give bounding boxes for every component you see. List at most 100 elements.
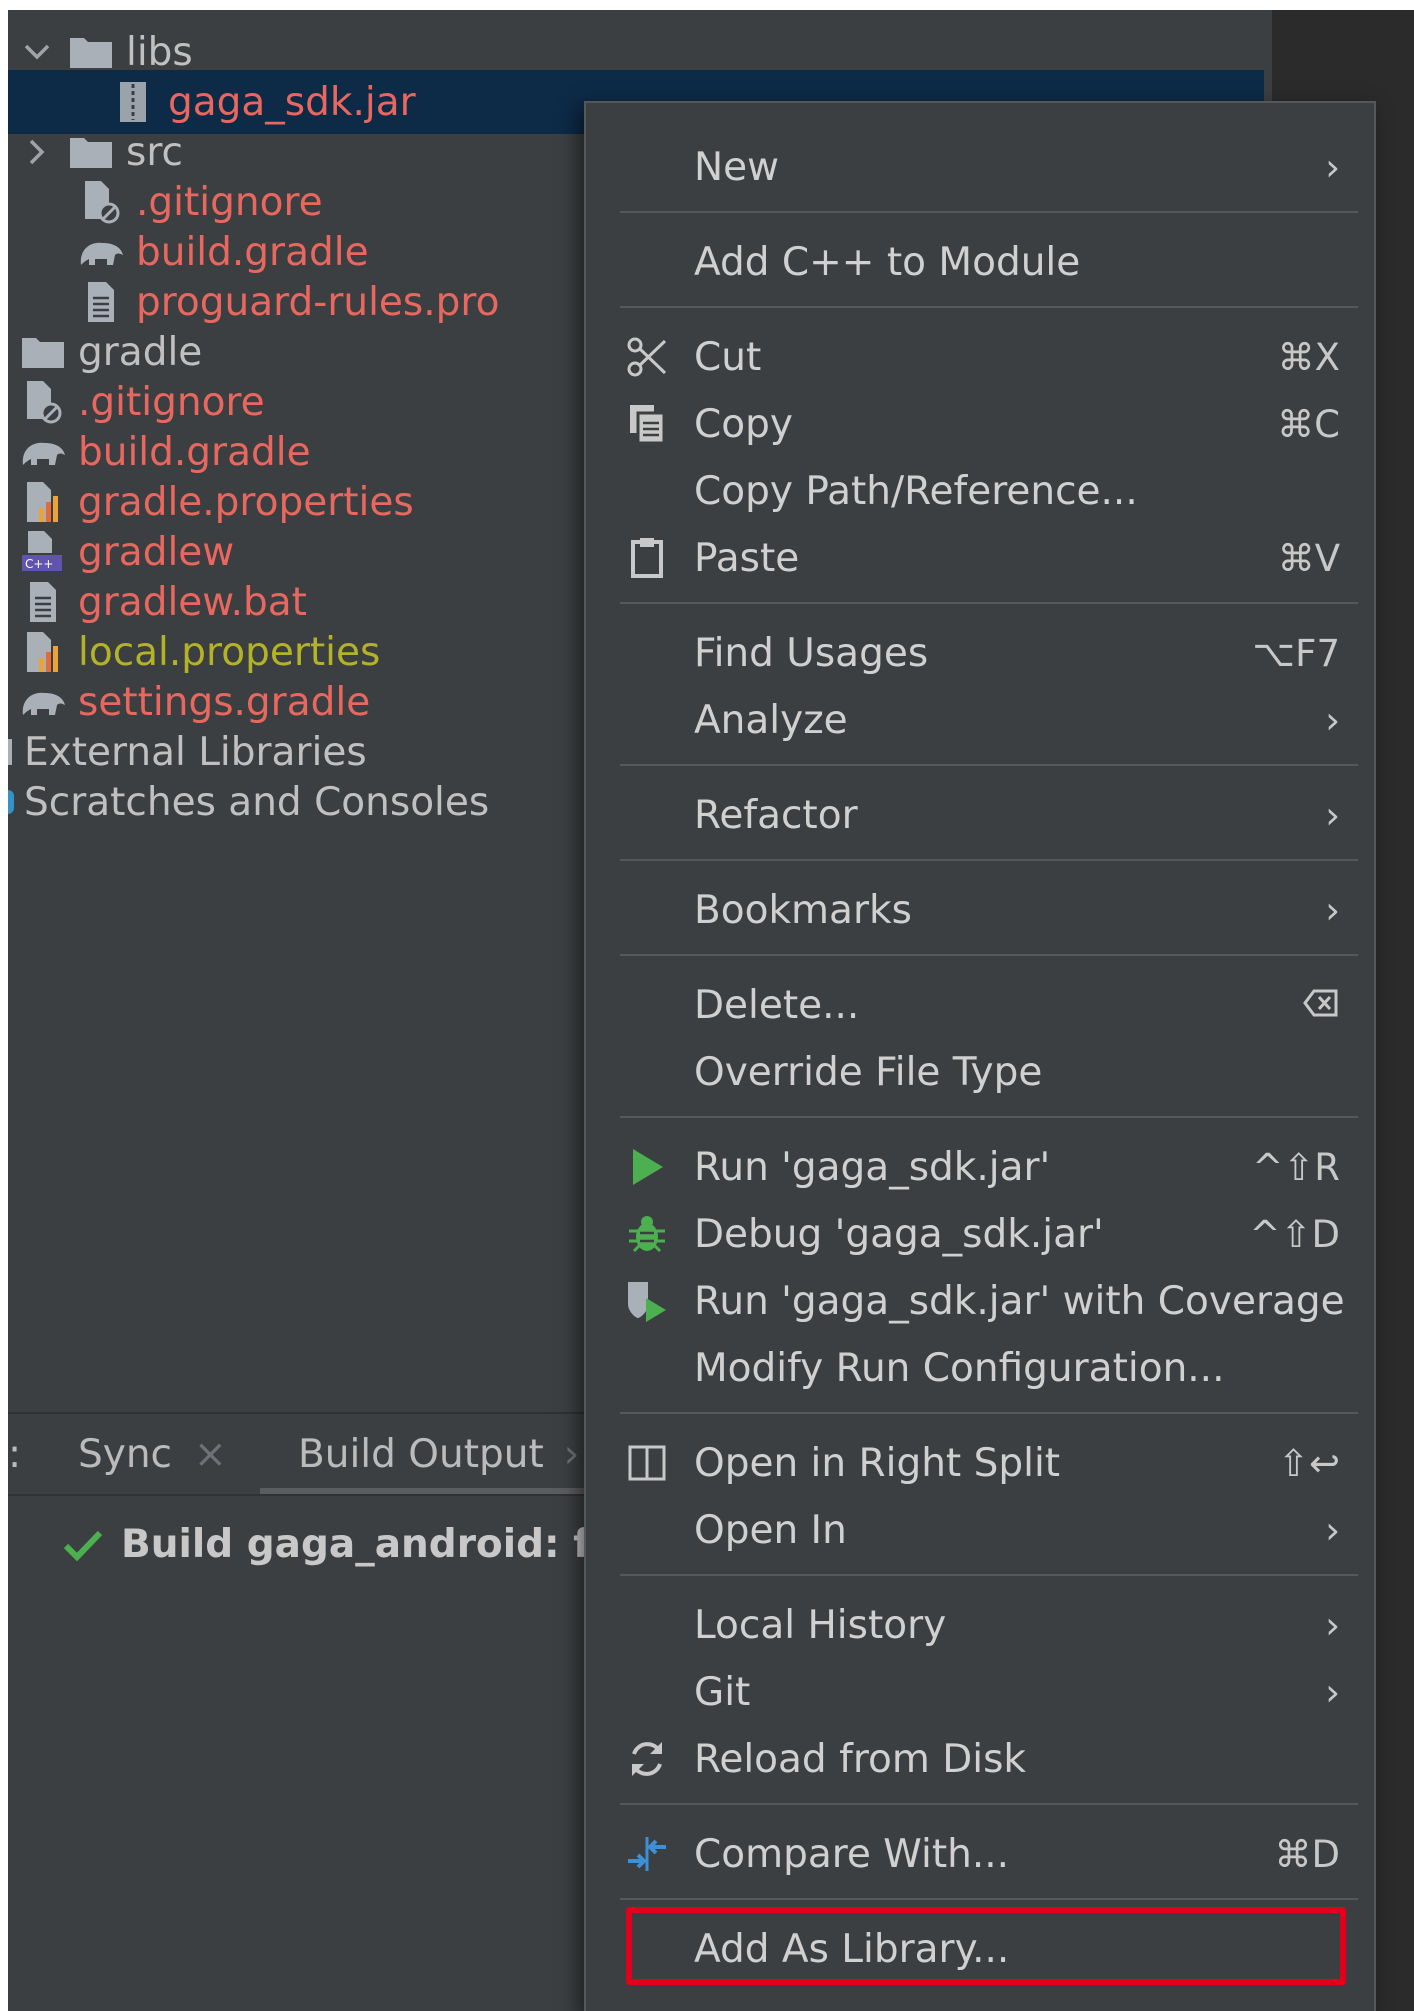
tree-item-label: gaga_sdk.jar xyxy=(168,79,416,125)
shortcut-label: ⌘V xyxy=(1277,536,1340,580)
reload-icon xyxy=(622,1734,672,1784)
menu-item-open-in[interactable]: Open In › xyxy=(586,1500,1374,1560)
tree-item-label: gradle xyxy=(78,329,203,375)
scratches-icon xyxy=(8,790,14,814)
menu-item-label: Debug 'gaga_sdk.jar' xyxy=(694,1211,1104,1257)
menu-item-label: Open In xyxy=(694,1507,847,1553)
menu-item-compare-with[interactable]: Compare With... ⌘D xyxy=(586,1824,1374,1884)
coverage-icon xyxy=(622,1276,672,1326)
bug-icon xyxy=(622,1209,672,1259)
menu-item-copy[interactable]: Copy ⌘C xyxy=(586,394,1374,454)
menu-item-run[interactable]: Run 'gaga_sdk.jar' ^⇧R xyxy=(586,1137,1374,1197)
tree-item-scratches[interactable]: Scratches and Consoles xyxy=(8,770,489,834)
menu-item-run-with-coverage[interactable]: Run 'gaga_sdk.jar' with Coverage xyxy=(586,1271,1374,1331)
tab-build-output-label: Build Output xyxy=(298,1431,544,1477)
chevron-right-icon: › xyxy=(563,1431,580,1477)
menu-item-git[interactable]: Git › xyxy=(586,1662,1374,1722)
menu-item-label: Git xyxy=(694,1669,751,1715)
menu-item-copy-path[interactable]: Copy Path/Reference... xyxy=(586,461,1374,521)
menu-item-modify-run-config[interactable]: Modify Run Configuration... xyxy=(586,1338,1374,1398)
shortcut-label: ⌘D xyxy=(1274,1832,1341,1876)
tree-item-label: proguard-rules.pro xyxy=(136,279,500,325)
menu-item-label: Copy Path/Reference... xyxy=(694,468,1138,514)
menu-item-label: Copy xyxy=(694,401,793,447)
submenu-arrow-icon: › xyxy=(1325,793,1340,837)
checkmark-icon xyxy=(63,1529,103,1561)
tab-sync[interactable]: Sync × xyxy=(78,1424,227,1484)
tree-item-label: External Libraries xyxy=(24,729,367,775)
menu-item-override-file-type[interactable]: Override File Type xyxy=(586,1042,1374,1102)
library-icon xyxy=(8,739,12,765)
chevron-down-icon[interactable] xyxy=(18,42,56,62)
menu-item-label: Delete... xyxy=(694,982,860,1028)
close-icon[interactable]: × xyxy=(194,1432,227,1477)
menu-item-refactor[interactable]: Refactor › xyxy=(586,785,1374,845)
submenu-arrow-icon: › xyxy=(1325,698,1340,742)
menu-item-label: Find Usages xyxy=(694,630,929,676)
submenu-arrow-icon: › xyxy=(1325,1508,1340,1552)
menu-item-label: Modify Run Configuration... xyxy=(694,1345,1225,1391)
menu-item-reload-from-disk[interactable]: Reload from Disk xyxy=(586,1729,1374,1789)
menu-item-analyze[interactable]: Analyze › xyxy=(586,690,1374,750)
menu-separator xyxy=(620,1898,1358,1900)
menu-separator xyxy=(620,764,1358,766)
copy-icon xyxy=(622,399,672,449)
menu-separator xyxy=(620,1803,1358,1805)
tree-item-label: build.gradle xyxy=(136,229,369,275)
menu-item-cut[interactable]: Cut ⌘X xyxy=(586,327,1374,387)
shortcut-label: ⌘X xyxy=(1277,335,1340,379)
tree-item-label: gradle.properties xyxy=(78,479,414,525)
tree-item-label: local.properties xyxy=(78,629,381,675)
submenu-arrow-icon: › xyxy=(1325,1670,1340,1714)
menu-item-label: Paste xyxy=(694,535,800,581)
menu-item-debug[interactable]: Debug 'gaga_sdk.jar' ^⇧D xyxy=(586,1204,1374,1264)
tab-sync-label: Sync xyxy=(78,1431,172,1477)
menu-item-local-history[interactable]: Local History › xyxy=(586,1595,1374,1655)
menu-item-delete[interactable]: Delete... xyxy=(586,975,1374,1035)
menu-item-label: Compare With... xyxy=(694,1831,1010,1877)
delete-key-icon xyxy=(1302,984,1340,1027)
menu-item-label: Local History xyxy=(694,1602,947,1648)
tree-item-label: build.gradle xyxy=(78,429,311,475)
shortcut-label: ^⇧R xyxy=(1252,1145,1340,1189)
menu-item-find-usages[interactable]: Find Usages ⌥F7 xyxy=(586,623,1374,683)
compare-arrows-icon xyxy=(622,1829,672,1879)
shortcut-label: ⌘C xyxy=(1277,402,1340,446)
submenu-arrow-icon: › xyxy=(1325,1603,1340,1647)
submenu-arrow-icon: › xyxy=(1325,145,1340,189)
ide-window: libs gaga_sdk.jar src .gitignore build.g… xyxy=(8,10,1414,2011)
tree-item-label: libs xyxy=(126,29,193,75)
menu-separator xyxy=(620,1574,1358,1576)
menu-separator xyxy=(620,602,1358,604)
tabbar-divider xyxy=(8,1494,608,1496)
tree-item-label: src xyxy=(126,129,183,175)
build-status-row[interactable]: Build gaga_android: fi xyxy=(63,1522,602,1567)
menu-item-label: Add C++ to Module xyxy=(694,239,1081,285)
shortcut-label: ^⇧D xyxy=(1249,1212,1341,1256)
menu-item-label: Run 'gaga_sdk.jar' xyxy=(694,1144,1051,1190)
menu-item-paste[interactable]: Paste ⌘V xyxy=(586,528,1374,588)
shortcut-label: ⌥F7 xyxy=(1252,631,1340,675)
menu-item-label: Cut xyxy=(694,334,762,380)
build-tool-window: : Sync × Build Output › Build gaga_andro… xyxy=(8,1412,608,2011)
tab-build-output[interactable]: Build Output › xyxy=(298,1424,579,1484)
menu-separator xyxy=(620,306,1358,308)
menu-item-label: Override File Type xyxy=(694,1049,1043,1095)
highlight-annotation-box xyxy=(626,1907,1346,1985)
menu-item-new[interactable]: New › xyxy=(586,137,1374,197)
build-status-text: Build gaga_android: fi xyxy=(121,1522,603,1567)
submenu-arrow-icon: › xyxy=(1325,888,1340,932)
tree-item-label: settings.gradle xyxy=(78,679,371,725)
menu-item-label: Bookmarks xyxy=(694,887,912,933)
tree-item-label: .gitignore xyxy=(78,379,265,425)
menu-item-open-right-split[interactable]: Open in Right Split ⇧↩ xyxy=(586,1433,1374,1493)
scissors-icon xyxy=(622,332,672,382)
split-pane-icon xyxy=(622,1438,672,1488)
chevron-right-icon[interactable] xyxy=(18,138,56,166)
svg-text:C++: C++ xyxy=(25,557,54,571)
tree-item-label: .gitignore xyxy=(136,179,323,225)
menu-item-bookmarks[interactable]: Bookmarks › xyxy=(586,880,1374,940)
menu-item-add-cpp[interactable]: Add C++ to Module xyxy=(586,232,1374,292)
menu-item-label: Run 'gaga_sdk.jar' with Coverage xyxy=(694,1278,1345,1324)
menu-item-label: Refactor xyxy=(694,792,858,838)
